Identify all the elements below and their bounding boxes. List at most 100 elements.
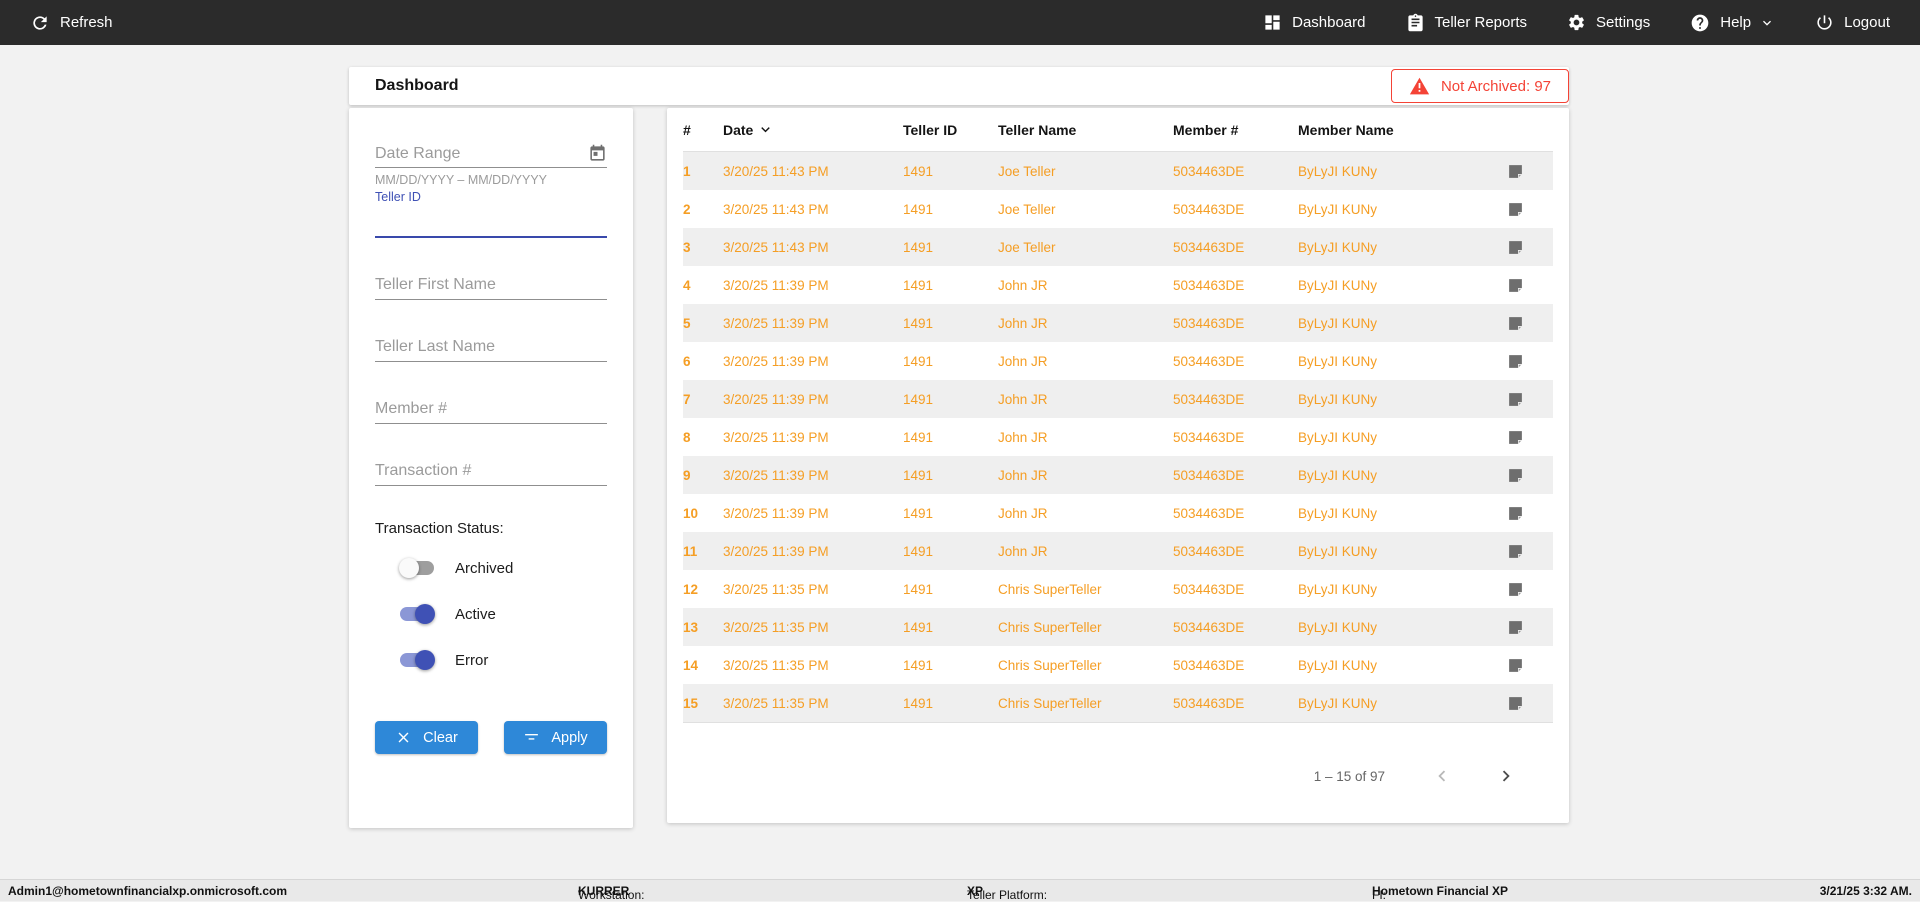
- nav-settings[interactable]: Settings: [1567, 13, 1650, 32]
- nav-logout[interactable]: Logout: [1815, 13, 1890, 32]
- cell-note[interactable]: [1493, 315, 1553, 332]
- cell-teller-id: 1491: [903, 467, 934, 483]
- table-row[interactable]: 13 3/20/25 11:35 PM 1491 Chris SuperTell…: [683, 608, 1553, 646]
- clear-button[interactable]: Clear: [375, 721, 478, 754]
- note-icon[interactable]: [1507, 657, 1524, 674]
- cell-note[interactable]: [1493, 505, 1553, 522]
- cell-note[interactable]: [1493, 657, 1553, 674]
- member-number-field[interactable]: [375, 392, 607, 424]
- clipboard-icon: [1407, 13, 1423, 32]
- note-icon[interactable]: [1507, 581, 1524, 598]
- table-row[interactable]: 12 3/20/25 11:35 PM 1491 Chris SuperTell…: [683, 570, 1553, 608]
- teller-last-name-input[interactable]: [375, 338, 607, 356]
- cell-note[interactable]: [1493, 239, 1553, 256]
- note-icon[interactable]: [1507, 429, 1524, 446]
- cell-member-name: ByLyJI KUNy: [1298, 505, 1378, 521]
- cell-note[interactable]: [1493, 619, 1553, 636]
- note-icon[interactable]: [1507, 315, 1524, 332]
- table-row[interactable]: 3 3/20/25 11:43 PM 1491 Joe Teller 50344…: [683, 228, 1553, 266]
- cell-teller-id: 1491: [903, 429, 934, 445]
- active-toggle[interactable]: [399, 604, 435, 624]
- table-row[interactable]: 15 3/20/25 11:35 PM 1491 Chris SuperTell…: [683, 684, 1553, 722]
- date-range-field[interactable]: [375, 134, 607, 168]
- cell-member-number: 5034463DE: [1173, 581, 1245, 597]
- note-icon[interactable]: [1507, 467, 1524, 484]
- note-icon[interactable]: [1507, 277, 1524, 294]
- table-row[interactable]: 6 3/20/25 11:39 PM 1491 John JR 5034463D…: [683, 342, 1553, 380]
- note-icon[interactable]: [1507, 543, 1524, 560]
- next-page-button[interactable]: [1495, 765, 1517, 787]
- cell-note[interactable]: [1493, 277, 1553, 294]
- table-row[interactable]: 8 3/20/25 11:39 PM 1491 John JR 5034463D…: [683, 418, 1553, 456]
- cell-row-number: 3: [683, 239, 691, 255]
- refresh-icon: [33, 15, 47, 30]
- active-toggle-label: Active: [455, 605, 496, 623]
- toggle-thumb: [415, 604, 435, 624]
- cell-date: 3/20/25 11:39 PM: [723, 467, 829, 483]
- apply-button[interactable]: Apply: [504, 721, 607, 754]
- cell-note[interactable]: [1493, 429, 1553, 446]
- note-icon[interactable]: [1507, 201, 1524, 218]
- table-row[interactable]: 10 3/20/25 11:39 PM 1491 John JR 5034463…: [683, 494, 1553, 532]
- prev-page-button[interactable]: [1431, 765, 1453, 787]
- cell-teller-name: Chris SuperTeller: [998, 657, 1102, 673]
- cell-teller-name: Chris SuperTeller: [998, 581, 1102, 597]
- cell-row-number: 11: [683, 543, 698, 559]
- teller-id-input[interactable]: [375, 204, 607, 236]
- archived-toggle[interactable]: [399, 558, 435, 578]
- cell-note[interactable]: [1493, 353, 1553, 370]
- cell-member-name: ByLyJI KUNy: [1298, 657, 1378, 673]
- member-number-input[interactable]: [375, 400, 607, 418]
- col-header-teller-name[interactable]: Teller Name: [998, 122, 1173, 138]
- note-icon[interactable]: [1507, 505, 1524, 522]
- cell-note[interactable]: [1493, 467, 1553, 484]
- cell-note[interactable]: [1493, 695, 1553, 712]
- table-row[interactable]: 2 3/20/25 11:43 PM 1491 Joe Teller 50344…: [683, 190, 1553, 228]
- calendar-icon[interactable]: [588, 144, 607, 163]
- cell-teller-id: 1491: [903, 353, 934, 369]
- note-icon[interactable]: [1507, 163, 1524, 180]
- table-row[interactable]: 4 3/20/25 11:39 PM 1491 John JR 5034463D…: [683, 266, 1553, 304]
- table-row[interactable]: 11 3/20/25 11:39 PM 1491 John JR 5034463…: [683, 532, 1553, 570]
- cell-note[interactable]: [1493, 543, 1553, 560]
- col-header-teller-id[interactable]: Teller ID: [903, 122, 998, 138]
- date-range-input[interactable]: [375, 145, 588, 163]
- table-row[interactable]: 9 3/20/25 11:39 PM 1491 John JR 5034463D…: [683, 456, 1553, 494]
- refresh-button[interactable]: Refresh: [30, 13, 113, 33]
- teller-id-field[interactable]: [375, 204, 607, 238]
- note-icon[interactable]: [1507, 695, 1524, 712]
- table-row[interactable]: 14 3/20/25 11:35 PM 1491 Chris SuperTell…: [683, 646, 1553, 684]
- col-header-member-number[interactable]: Member #: [1173, 122, 1298, 138]
- col-header-member-name[interactable]: Member Name: [1298, 122, 1493, 138]
- table-row[interactable]: 1 3/20/25 11:43 PM 1491 Joe Teller 50344…: [683, 152, 1553, 190]
- note-icon[interactable]: [1507, 391, 1524, 408]
- cell-note[interactable]: [1493, 201, 1553, 218]
- nav-dashboard[interactable]: Dashboard: [1263, 13, 1366, 32]
- teller-first-name-field[interactable]: [375, 268, 607, 300]
- error-toggle[interactable]: [399, 650, 435, 670]
- toggle-row-active: Active: [399, 599, 607, 629]
- note-icon[interactable]: [1507, 239, 1524, 256]
- table-row[interactable]: 7 3/20/25 11:39 PM 1491 John JR 5034463D…: [683, 380, 1553, 418]
- table-row[interactable]: 5 3/20/25 11:39 PM 1491 John JR 5034463D…: [683, 304, 1553, 342]
- teller-last-name-field[interactable]: [375, 330, 607, 362]
- note-icon[interactable]: [1507, 353, 1524, 370]
- nav-help[interactable]: Help: [1690, 13, 1775, 33]
- cell-note[interactable]: [1493, 163, 1553, 180]
- cell-row-number: 13: [683, 619, 699, 635]
- teller-first-name-input[interactable]: [375, 276, 607, 294]
- note-icon[interactable]: [1507, 619, 1524, 636]
- nav-teller-reports[interactable]: Teller Reports: [1406, 13, 1527, 32]
- transaction-number-field[interactable]: [375, 454, 607, 486]
- cell-teller-name: John JR: [998, 315, 1048, 331]
- cell-note[interactable]: [1493, 581, 1553, 598]
- transaction-number-input[interactable]: [375, 462, 607, 480]
- cell-note[interactable]: [1493, 391, 1553, 408]
- not-archived-badge[interactable]: Not Archived: 97: [1390, 69, 1569, 103]
- table-body: 1 3/20/25 11:43 PM 1491 Joe Teller 50344…: [683, 152, 1553, 723]
- cell-row-number: 9: [683, 467, 691, 483]
- nav-settings-label: Settings: [1596, 14, 1651, 31]
- col-header-date[interactable]: Date: [723, 121, 903, 138]
- cell-date: 3/20/25 11:43 PM: [723, 239, 829, 255]
- cell-member-number: 5034463DE: [1173, 695, 1245, 711]
